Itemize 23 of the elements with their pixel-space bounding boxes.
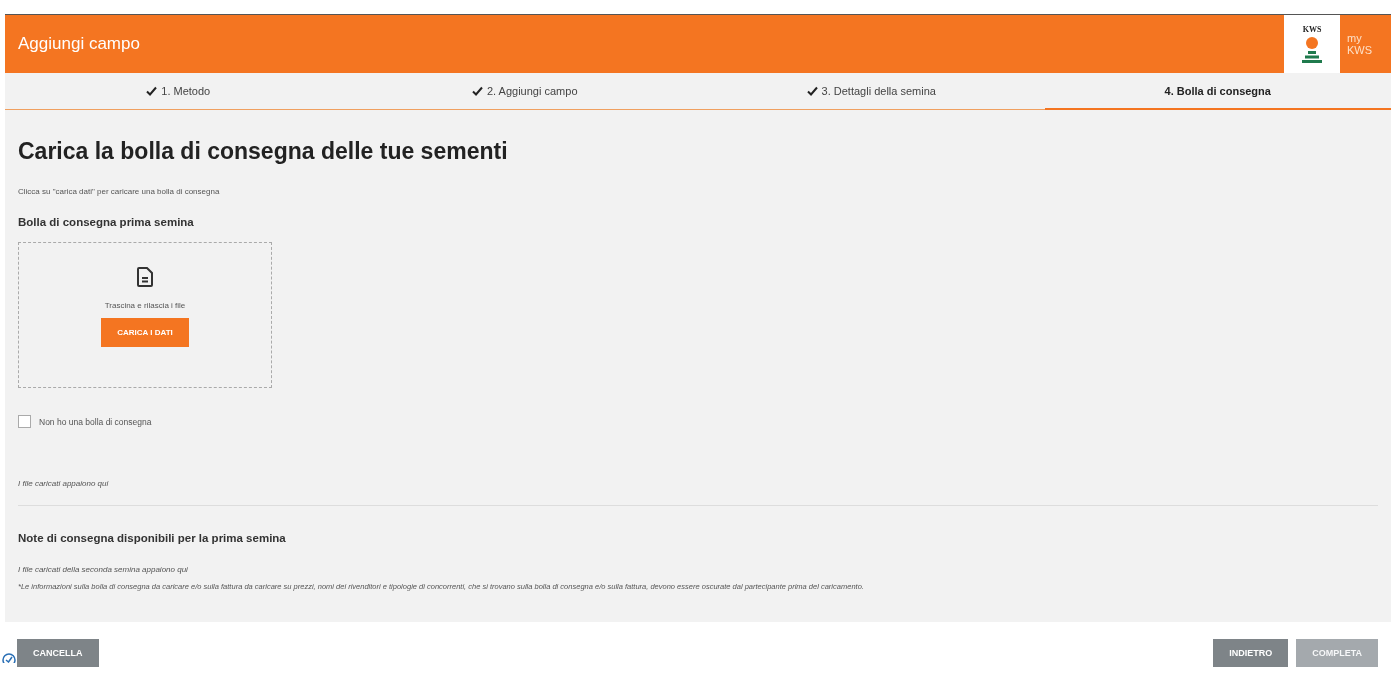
check-icon [806,85,818,96]
step-tab[interactable]: 2. Aggiungi campo [351,73,698,110]
step-tab[interactable]: 1. Metodo [5,73,352,110]
drop-hint: Trascina e rilascia i file [104,301,186,310]
drop-zone[interactable]: Trascina e rilascia i file CARICA I DATI [18,242,272,388]
brand-label: my KWS [1346,31,1374,57]
checkbox-label: Non ho una bolla di consegna [39,416,152,427]
step-tab[interactable]: 3. Dettagli della semina [698,73,1045,110]
logo-text: KWS [1302,24,1322,34]
page-title: Carica la bolla di consegna delle tue sementi [18,138,509,165]
empty-list-message: I file caricati appaiono qui [18,479,109,488]
check-icon [146,85,158,96]
document-icon [137,267,153,287]
section-title: Note di consegna disponibili per la prima semina [18,532,287,544]
intro-text: Clicca su "carica dati" per caricare una bolla di consegna [18,187,221,196]
footer-button[interactable]: CANCELLA [17,639,99,667]
page-header-title: Aggiungi campo [17,34,141,54]
checkbox[interactable] [18,415,31,428]
logo-icon [1301,35,1323,64]
section-title: Bolla di consegna prima semina [18,216,195,228]
footer-button[interactable]: INDIETRO [1213,639,1289,667]
check-icon [472,85,483,96]
empty-list-message: I file caricati della seconda semina appaiono qui [18,565,188,574]
